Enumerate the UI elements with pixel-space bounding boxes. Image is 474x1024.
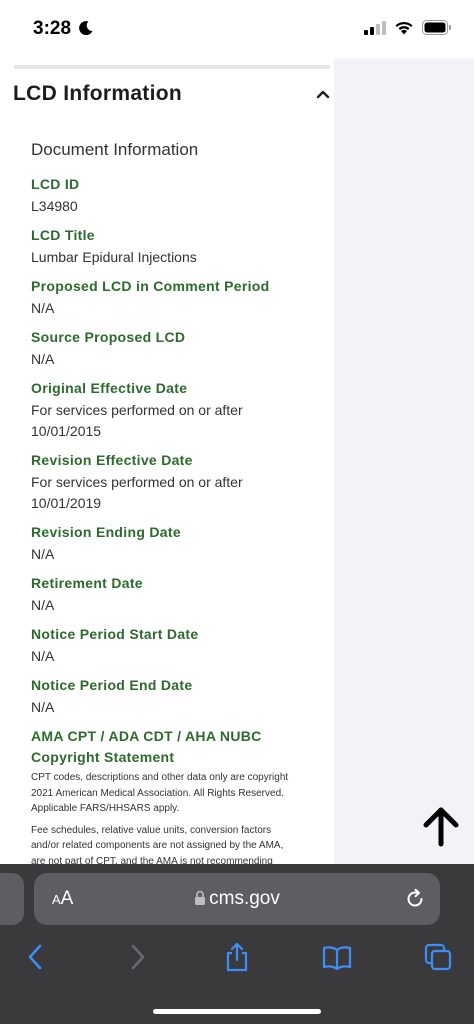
field-label-line2: Copyright Statement [31, 749, 175, 765]
field-notice-period-start-date: Notice Period Start Date N/A [31, 624, 321, 667]
field-source-proposed-lcd: Source Proposed LCD N/A [31, 327, 321, 370]
tabs-icon[interactable] [423, 942, 453, 972]
field-value-line2: 10/01/2015 [31, 423, 102, 439]
copyright-line: CPT codes, descriptions and other data o… [31, 772, 289, 783]
field-value-line1: For services performed on or after [31, 402, 243, 418]
reload-icon[interactable] [404, 888, 426, 910]
field-label: Notice Period End Date [31, 677, 193, 693]
copyright-paragraph-2: Fee schedules, relative value units, con… [31, 823, 331, 865]
back-icon[interactable] [21, 942, 51, 972]
field-label: Retirement Date [31, 575, 143, 591]
field-revision-effective-date: Revision Effective Date For services per… [31, 450, 321, 514]
field-label: Revision Ending Date [31, 524, 181, 540]
page-gutter [334, 58, 474, 864]
field-value: L34980 [31, 198, 78, 214]
field-label: Notice Period Start Date [31, 626, 199, 642]
web-page[interactable]: LCD Information Document Information LCD… [0, 58, 474, 864]
address-bar[interactable]: AA cms.gov [34, 873, 440, 925]
copyright-paragraph-1: CPT codes, descriptions and other data o… [31, 770, 331, 817]
bookmarks-icon[interactable] [322, 942, 352, 972]
lcd-information-panel: LCD Information Document Information LCD… [0, 58, 334, 864]
battery-icon [422, 20, 451, 35]
copyright-line: are not part of CPT, and the AMA is not … [31, 855, 273, 865]
field-value: N/A [31, 351, 55, 367]
section-rule [14, 65, 330, 69]
arrow-up-icon[interactable] [421, 806, 461, 848]
field-label: Revision Effective Date [31, 452, 193, 468]
previous-tab-pill[interactable] [0, 873, 24, 925]
field-label: LCD Title [31, 227, 95, 243]
field-retirement-date: Retirement Date N/A [31, 573, 321, 616]
clock-time: 3:28 [33, 18, 72, 39]
field-label: Proposed LCD in Comment Period [31, 278, 270, 294]
home-indicator [153, 1009, 321, 1014]
status-icons [364, 20, 452, 35]
field-value-line1: For services performed on or after [31, 474, 243, 490]
document-information-heading: Document Information [31, 140, 199, 159]
copyright-line: 2021 American Medical Association. All R… [31, 787, 284, 799]
field-lcd-title: LCD Title Lumbar Epidural Injections [31, 225, 321, 268]
field-notice-period-end-date: Notice Period End Date N/A [31, 675, 321, 718]
lcd-information-header[interactable]: LCD Information [13, 82, 333, 112]
field-lcd-id: LCD ID L34980 [31, 174, 321, 217]
field-copyright-statement: AMA CPT / ADA CDT / AHA NUBC Copyright S… [31, 726, 331, 864]
lock-icon [195, 890, 206, 905]
copyright-line: and/or related components are not assign… [31, 840, 284, 851]
field-label-line1: AMA CPT / ADA CDT / AHA NUBC [31, 728, 262, 744]
section-title: LCD Information [13, 82, 182, 105]
field-label: Original Effective Date [31, 380, 188, 396]
cellular-signal-icon [364, 20, 386, 35]
browser-bottom-bar: AA cms.gov [0, 864, 474, 1024]
url-text: cms.gov [209, 888, 280, 909]
forward-icon[interactable] [122, 942, 152, 972]
field-value: N/A [31, 300, 55, 316]
wifi-icon [395, 21, 413, 35]
field-revision-ending-date: Revision Ending Date N/A [31, 522, 321, 565]
copyright-line: Fee schedules, relative value units, con… [31, 824, 272, 836]
browser-toolbar [0, 936, 474, 980]
moon-icon [79, 21, 93, 36]
field-label: LCD ID [31, 176, 80, 192]
url-display[interactable]: cms.gov [34, 888, 440, 910]
field-value: N/A [31, 597, 55, 613]
field-value: N/A [31, 699, 55, 715]
copyright-line: Applicable FARS/HHSARS apply. [31, 803, 180, 814]
status-bar: 3:28 [0, 0, 474, 58]
chevron-up-icon[interactable] [313, 84, 333, 104]
field-original-effective-date: Original Effective Date For services per… [31, 378, 321, 442]
field-value: Lumbar Epidural Injections [31, 249, 197, 265]
field-value: N/A [31, 546, 55, 562]
field-label: Source Proposed LCD [31, 329, 186, 345]
status-time: 3:28 [33, 18, 94, 40]
field-proposed-lcd-comment-period: Proposed LCD in Comment Period N/A [31, 276, 321, 319]
share-icon[interactable] [222, 942, 252, 972]
field-value: N/A [31, 648, 55, 664]
field-value-line2: 10/01/2019 [31, 495, 102, 511]
